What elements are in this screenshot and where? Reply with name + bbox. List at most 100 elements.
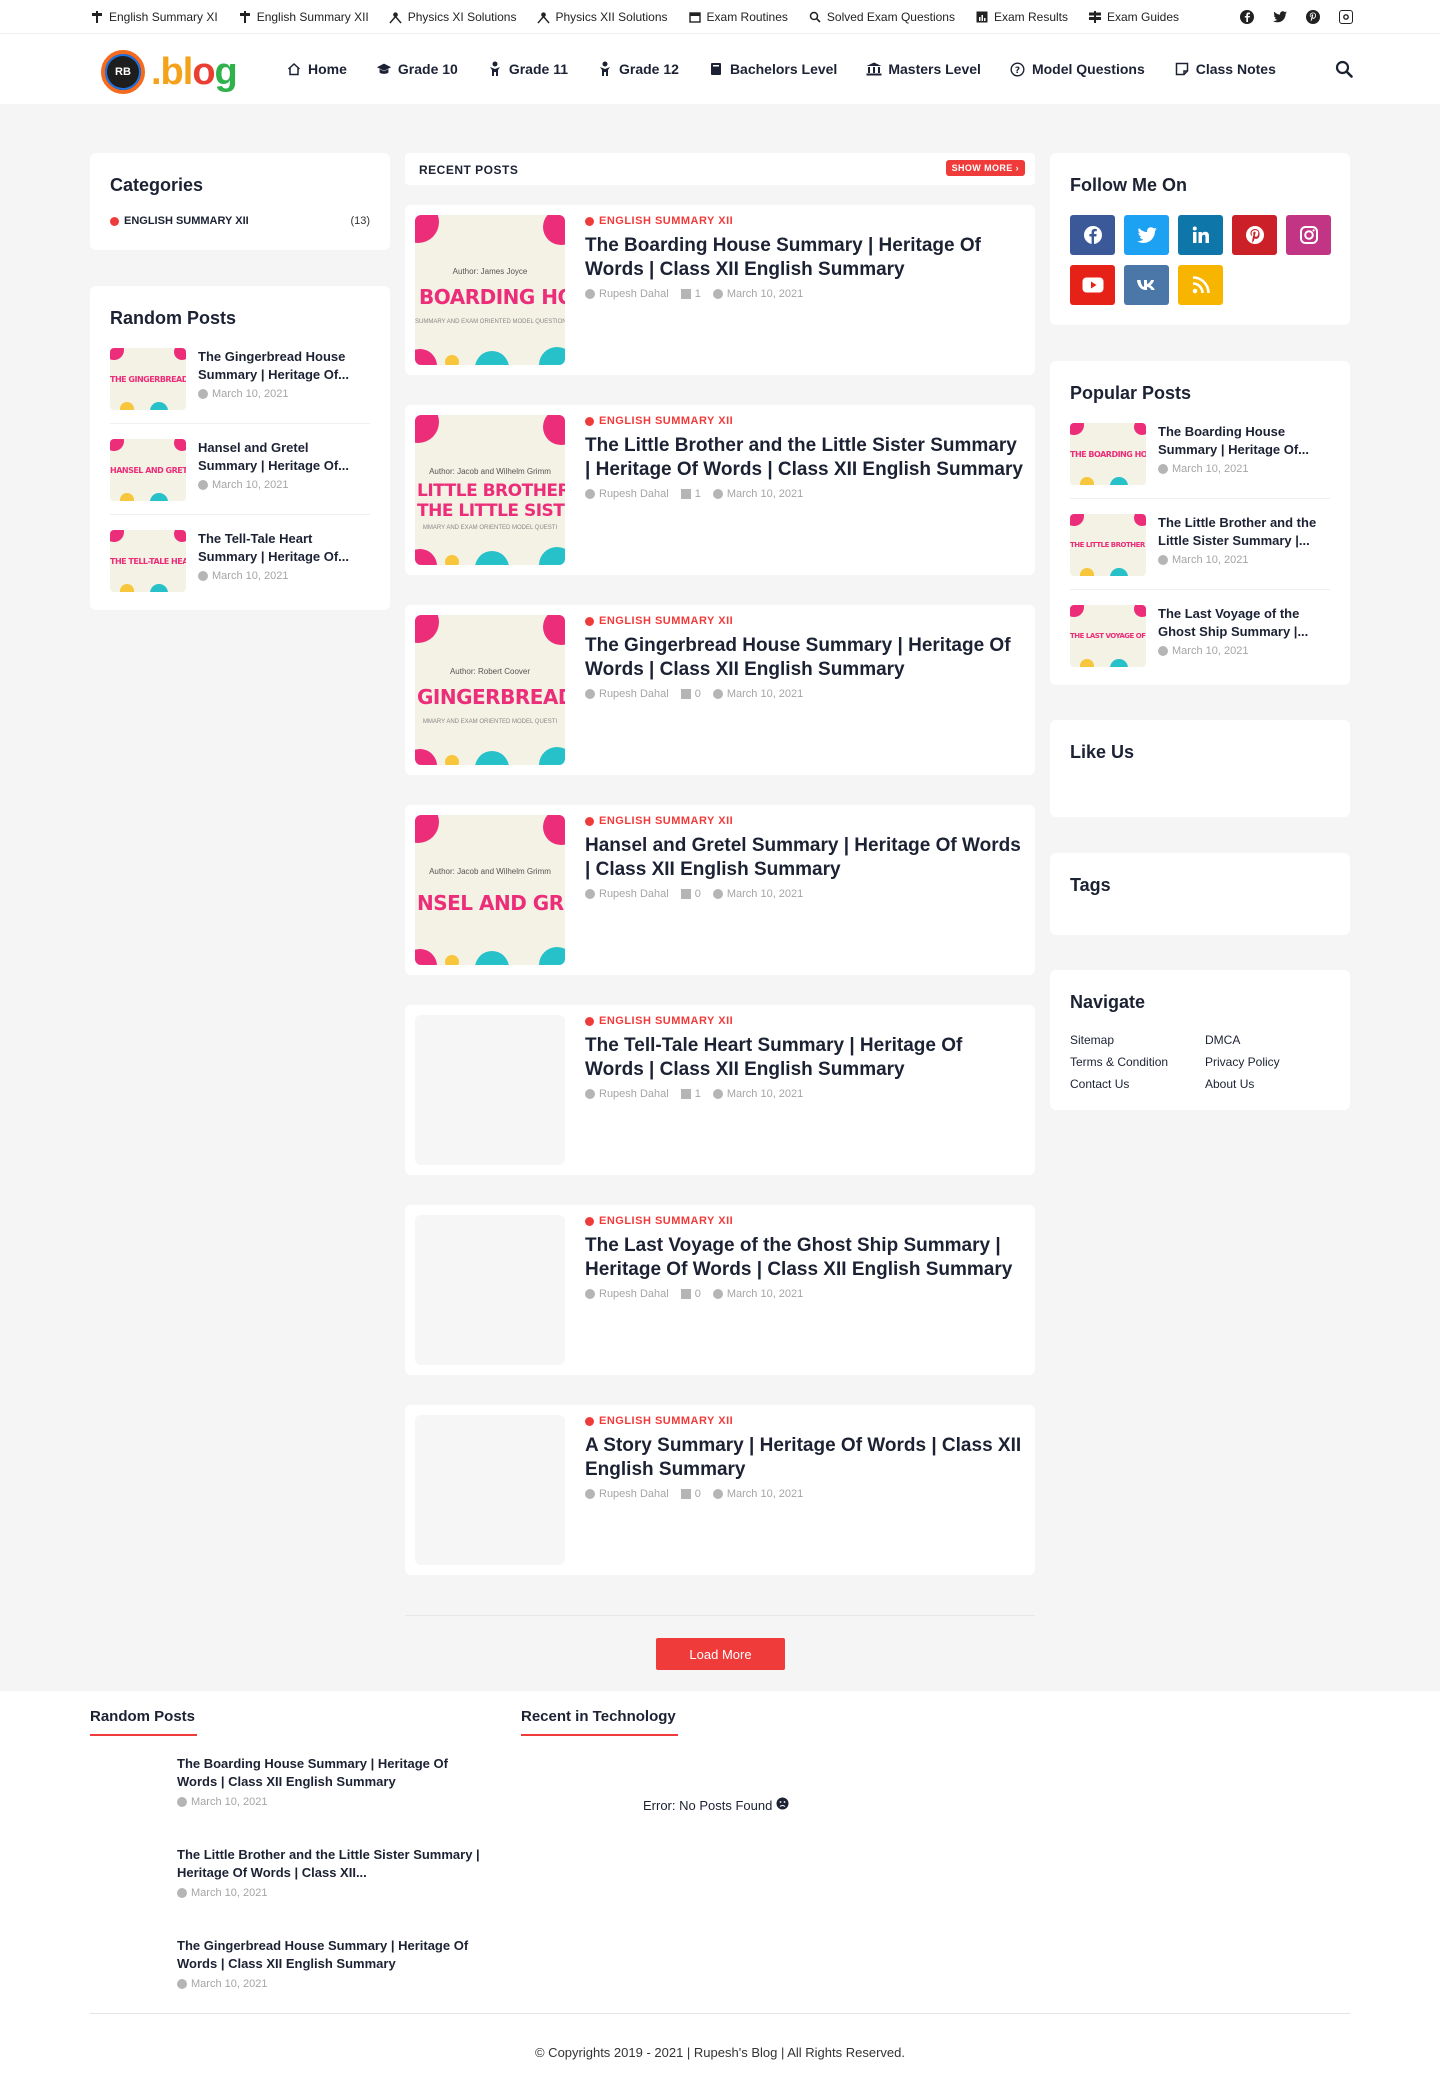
nav-model-questions[interactable]: ? Model Questions [1010,61,1145,77]
post-card[interactable]: Author: Jacob and Wilhelm Grimm NSEL AND… [405,805,1035,975]
post-title[interactable]: The Little Brother and the Little Sister… [585,434,1025,482]
post-thumbnail[interactable]: Author: James Joyce BOARDING HOU SUMMARY… [415,215,565,365]
toplink-physics-xi[interactable]: Physics XI Solutions [389,10,516,24]
post-author[interactable]: Rupesh Dahal [599,1288,669,1300]
post-title[interactable]: The Tell-Tale Heart Summary | Heritage O… [585,1034,1025,1082]
post-title[interactable]: The Boarding House Summary | Heritage Of… [1158,423,1330,459]
comment-count[interactable]: 1 [695,288,701,300]
post-title[interactable]: The Little Brother and the Little Sister… [177,1846,487,1882]
post-card[interactable]: Author: Robert Coover GINGERBREAD H MMAR… [405,605,1035,775]
post-category[interactable]: ENGLISH SUMMARY XII [585,815,1025,827]
nav-masters[interactable]: Masters Level [866,61,981,77]
comment-count[interactable]: 1 [695,488,701,500]
post-category[interactable]: ENGLISH SUMMARY XII [585,1215,1025,1227]
post-title[interactable]: The Tell-Tale Heart Summary | Heritage O… [198,530,370,566]
popular-post-item[interactable]: THE BOARDING HOUSE The Boarding House Su… [1070,423,1330,485]
footer-post-item[interactable]: The Gingerbread House Summary | Heritage… [177,1937,487,1990]
post-author[interactable]: Rupesh Dahal [599,1088,669,1100]
twitter-icon[interactable] [1124,215,1169,255]
search-icon[interactable] [1335,60,1353,78]
post-card[interactable]: ENGLISH SUMMARY XII A Story Summary | He… [405,1405,1035,1575]
post-category[interactable]: ENGLISH SUMMARY XII [585,415,1025,427]
toplink-exam-results[interactable]: Exam Results [975,10,1068,24]
instagram-icon[interactable] [1286,215,1331,255]
youtube-icon[interactable] [1070,265,1115,305]
toplink-solved-questions[interactable]: Solved Exam Questions [808,10,955,24]
nav-class-notes[interactable]: Class Notes [1174,61,1276,77]
category-item[interactable]: ENGLISH SUMMARY XII (13) [110,215,370,227]
post-thumbnail[interactable]: Author: Jacob and Wilhelm Grimm LITTLE B… [415,415,565,565]
post-card[interactable]: ENGLISH SUMMARY XII The Last Voyage of t… [405,1205,1035,1375]
post-title[interactable]: The Gingerbread House Summary | Heritage… [585,634,1025,682]
post-title[interactable]: A Story Summary | Heritage Of Words | Cl… [585,1434,1025,1482]
random-post-item[interactable]: THE GINGERBREAD HOU The Gingerbread Hous… [110,348,370,410]
comment-count[interactable]: 0 [695,1488,701,1500]
post-title[interactable]: The Last Voyage of the Ghost Ship Summar… [1158,605,1330,641]
post-author[interactable]: Rupesh Dahal [599,1488,669,1500]
post-category[interactable]: ENGLISH SUMMARY XII [585,1415,1025,1427]
post-author[interactable]: Rupesh Dahal [599,488,669,500]
pinterest-icon[interactable] [1232,215,1277,255]
post-thumbnail-placeholder[interactable] [415,1015,565,1165]
show-more-button[interactable]: SHOW MORE › [945,160,1025,176]
post-title[interactable]: The Little Brother and the Little Sister… [1158,514,1330,550]
comment-count[interactable]: 0 [695,888,701,900]
post-thumbnail[interactable]: Author: Robert Coover GINGERBREAD H MMAR… [415,615,565,765]
vk-icon[interactable] [1124,265,1169,305]
nav-home[interactable]: Home [286,61,347,77]
post-title[interactable]: Hansel and Gretel Summary | Heritage Of.… [198,439,370,475]
toplink-english-xi[interactable]: English Summary XI [90,10,218,24]
comment-count[interactable]: 0 [695,1288,701,1300]
rss-icon[interactable] [1178,265,1223,305]
comment-count[interactable]: 0 [695,688,701,700]
post-author[interactable]: Rupesh Dahal [599,688,669,700]
pinterest-icon[interactable] [1306,10,1320,24]
link-sitemap[interactable]: Sitemap [1070,1033,1114,1047]
post-thumbnail-placeholder[interactable] [415,1415,565,1565]
post-title[interactable]: The Boarding House Summary | Heritage Of… [585,234,1025,282]
link-terms[interactable]: Terms & Condition [1070,1055,1168,1069]
linkedin-icon[interactable] [1178,215,1223,255]
nav-grade-11[interactable]: Grade 11 [487,61,568,77]
footer-post-item[interactable]: The Boarding House Summary | Heritage Of… [177,1755,487,1808]
random-post-item[interactable]: THE TELL-TALE HEART The Tell-Tale Heart … [110,530,370,592]
post-title[interactable]: The Last Voyage of the Ghost Ship Summar… [585,1234,1025,1282]
comment-count[interactable]: 1 [695,1088,701,1100]
facebook-icon[interactable] [1070,215,1115,255]
toplink-physics-xii[interactable]: Physics XII Solutions [536,10,668,24]
nav-bachelors[interactable]: Bachelors Level [708,61,837,77]
instagram-icon[interactable] [1339,10,1353,24]
post-card[interactable]: Author: James Joyce BOARDING HOU SUMMARY… [405,205,1035,375]
post-title[interactable]: The Gingerbread House Summary | Heritage… [198,348,370,384]
post-category[interactable]: ENGLISH SUMMARY XII [585,1015,1025,1027]
post-title[interactable]: The Boarding House Summary | Heritage Of… [177,1755,487,1791]
post-author[interactable]: Rupesh Dahal [599,888,669,900]
link-contact[interactable]: Contact Us [1070,1077,1129,1091]
post-category[interactable]: ENGLISH SUMMARY XII [585,215,1025,227]
top-links: English Summary XI English Summary XII P… [90,0,1199,34]
site-logo[interactable]: RB .blog [101,50,238,94]
twitter-icon[interactable] [1273,10,1287,24]
facebook-icon[interactable] [1240,10,1254,24]
link-privacy[interactable]: Privacy Policy [1205,1055,1280,1069]
post-card[interactable]: Author: Jacob and Wilhelm Grimm LITTLE B… [405,405,1035,575]
link-about[interactable]: About Us [1205,1077,1254,1091]
post-title[interactable]: The Gingerbread House Summary | Heritage… [177,1937,487,1973]
nav-grade-12[interactable]: Grade 12 [597,61,679,77]
popular-post-item[interactable]: THE LITTLE BROTHER AN The Little Brother… [1070,514,1330,576]
post-thumbnail[interactable]: Author: Jacob and Wilhelm Grimm NSEL AND… [415,815,565,965]
post-title[interactable]: Hansel and Gretel Summary | Heritage Of … [585,834,1025,882]
post-author[interactable]: Rupesh Dahal [599,288,669,300]
toplink-exam-guides[interactable]: Exam Guides [1088,10,1179,24]
post-card[interactable]: ENGLISH SUMMARY XII The Tell-Tale Heart … [405,1005,1035,1175]
link-dmca[interactable]: DMCA [1205,1033,1240,1047]
random-post-item[interactable]: HANSEL AND GRETEL Hansel and Gretel Summ… [110,439,370,501]
toplink-english-xii[interactable]: English Summary XII [238,10,369,24]
post-thumbnail-placeholder[interactable] [415,1215,565,1365]
post-category[interactable]: ENGLISH SUMMARY XII [585,615,1025,627]
load-more-button[interactable]: Load More [656,1638,785,1670]
footer-post-item[interactable]: The Little Brother and the Little Sister… [177,1846,487,1899]
popular-post-item[interactable]: THE LAST VOYAGE OF THE The Last Voyage o… [1070,605,1330,667]
toplink-exam-routines[interactable]: Exam Routines [688,10,788,24]
nav-grade-10[interactable]: Grade 10 [376,61,458,77]
